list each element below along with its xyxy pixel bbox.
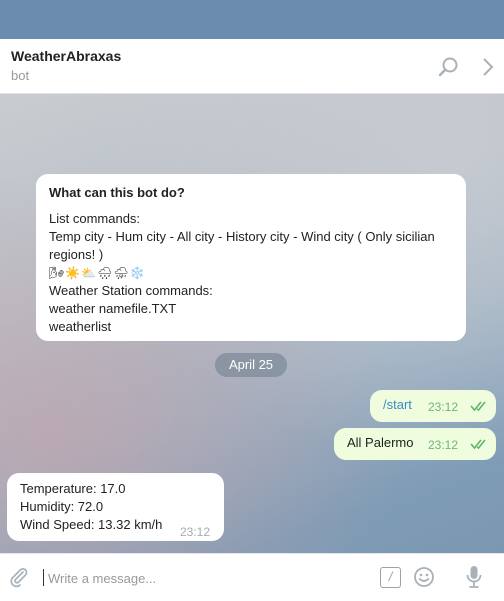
- bot-info-line: weather namefile.TXT: [49, 301, 177, 316]
- bot-info-line: weatherlist: [49, 319, 112, 334]
- read-receipt-icon: [470, 401, 486, 412]
- bot-info-emojis: 🌬☀️⛅🌧⛈❄️: [49, 266, 146, 280]
- bot-info-title: What can this bot do?: [49, 185, 185, 200]
- chat-header: WeatherAbraxas bot: [0, 39, 504, 94]
- message-time: 23:12: [180, 525, 211, 539]
- chat-area: What can this bot do? List commands: Tem…: [0, 94, 504, 553]
- bot-info-line: List commands:: [49, 211, 141, 226]
- message-time: 23:12: [428, 438, 459, 452]
- emoji-icon[interactable]: [413, 566, 435, 588]
- message-text: All Palermo: [347, 435, 414, 450]
- bot-info-line: Weather Station commands:: [49, 283, 213, 298]
- message-text[interactable]: /start: [383, 397, 412, 412]
- bot-command-icon[interactable]: /: [380, 567, 401, 588]
- message-time: 23:12: [428, 400, 459, 414]
- bot-info-card: What can this bot do? List commands: Tem…: [36, 174, 466, 341]
- outgoing-message[interactable]: /start 23:12: [370, 390, 496, 422]
- search-icon[interactable]: [438, 56, 460, 78]
- read-receipt-icon: [470, 439, 486, 450]
- chevron-right-icon[interactable]: [480, 56, 496, 78]
- message-input[interactable]: [48, 568, 358, 588]
- window-top-strip: [0, 0, 504, 39]
- chat-subtitle: bot: [11, 68, 30, 83]
- date-badge: April 25: [215, 353, 287, 377]
- message-line: Temperature: 17.0: [20, 481, 126, 496]
- message-composer: /: [0, 553, 504, 601]
- microphone-icon[interactable]: [464, 564, 484, 590]
- bot-info-line: Temp city - Hum city - All city - Histor…: [49, 229, 435, 262]
- chat-title[interactable]: WeatherAbraxas: [11, 48, 121, 64]
- outgoing-message[interactable]: All Palermo 23:12: [334, 428, 496, 460]
- message-line: Humidity: 72.0: [20, 499, 104, 514]
- attach-icon[interactable]: [8, 566, 30, 588]
- text-cursor: [43, 569, 44, 586]
- incoming-message[interactable]: Temperature: 17.0 Humidity: 72.0 Wind Sp…: [7, 473, 224, 541]
